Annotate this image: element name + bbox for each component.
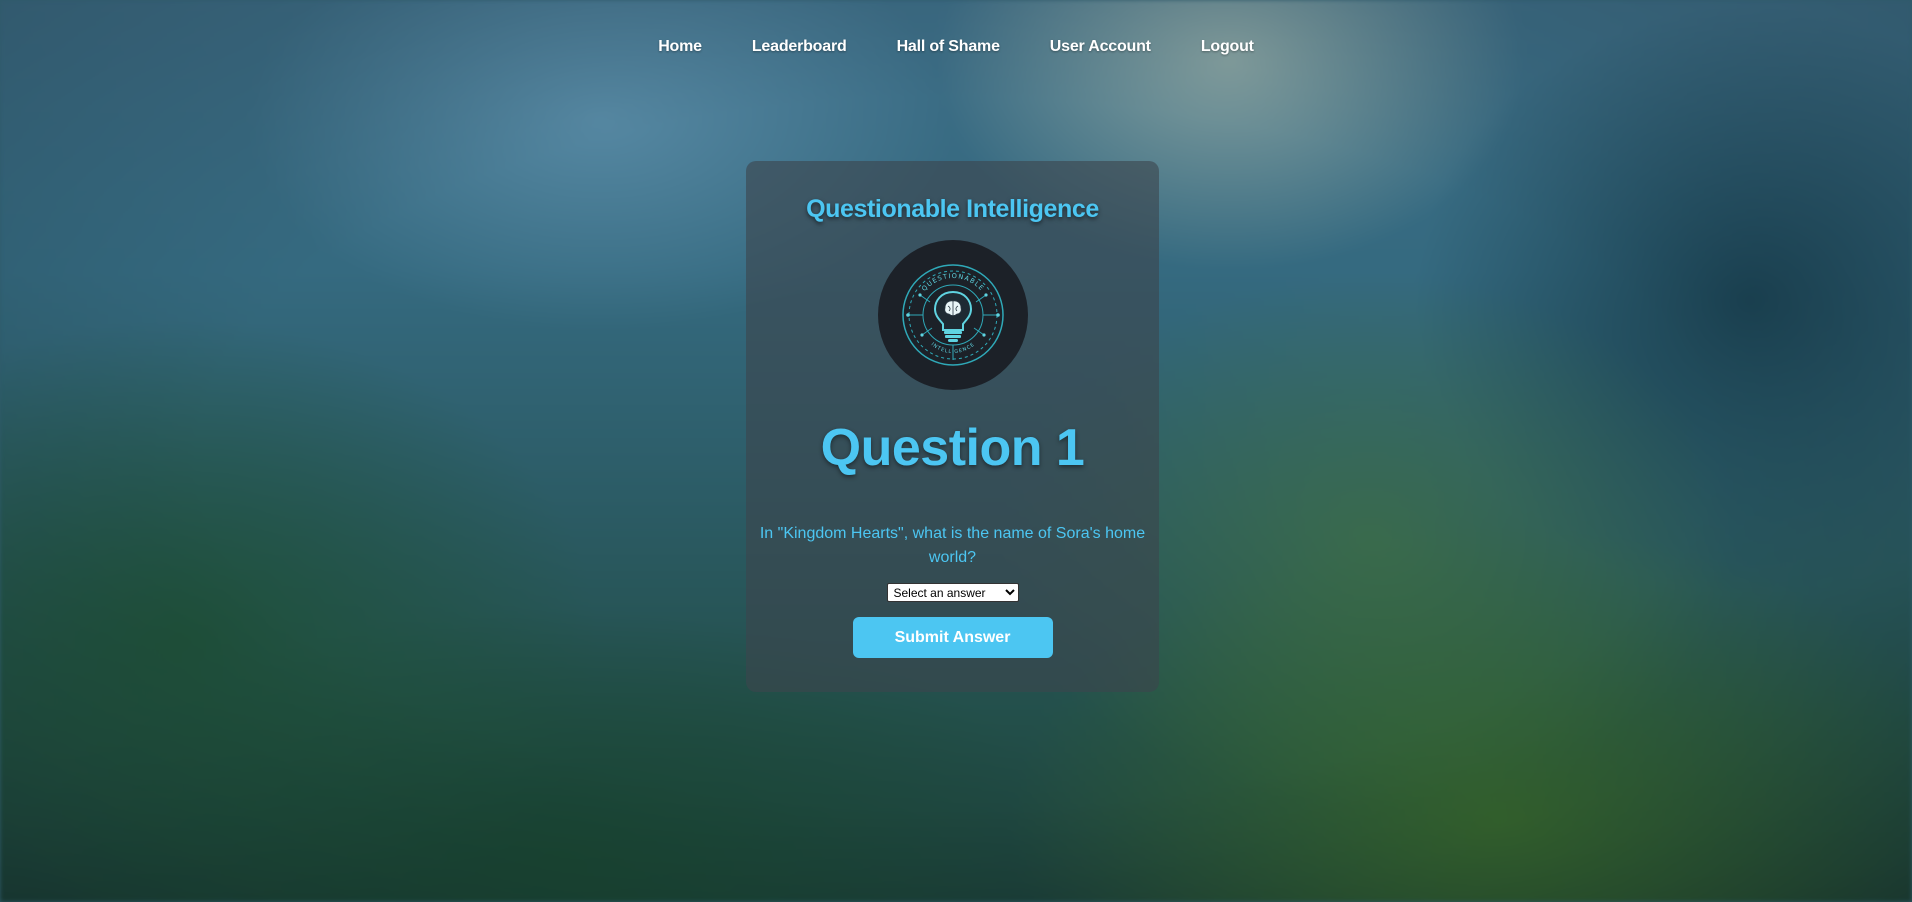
top-navigation: Home Leaderboard Hall of Shame User Acco… [0, 38, 1912, 56]
nav-hall-of-shame-link[interactable]: Hall of Shame [897, 38, 1000, 56]
question-number-heading: Question 1 [820, 419, 1085, 477]
app-title: Questionable Intelligence [806, 195, 1099, 223]
nav-leaderboard-link[interactable]: Leaderboard [752, 38, 847, 56]
submit-answer-button[interactable]: Submit Answer [852, 617, 1053, 658]
app-logo: QUESTIONABLE INTELLIGENCE [877, 240, 1028, 390]
question-text: In "Kingdom Hearts", what is the name of… [759, 525, 1146, 566]
nav-logout-link[interactable]: Logout [1201, 38, 1254, 56]
logo-ring-text-top: QUESTIONABLE [920, 272, 986, 293]
nav-user-account-link[interactable]: User Account [1050, 38, 1151, 56]
nav-home-link[interactable]: Home [658, 38, 702, 56]
lightbulb-brain-icon: QUESTIONABLE INTELLIGENCE [901, 264, 1004, 366]
quiz-card: Questionable Intelligence QUESTIONABLE I… [746, 161, 1159, 692]
answer-select[interactable]: Select an answer [886, 583, 1019, 602]
